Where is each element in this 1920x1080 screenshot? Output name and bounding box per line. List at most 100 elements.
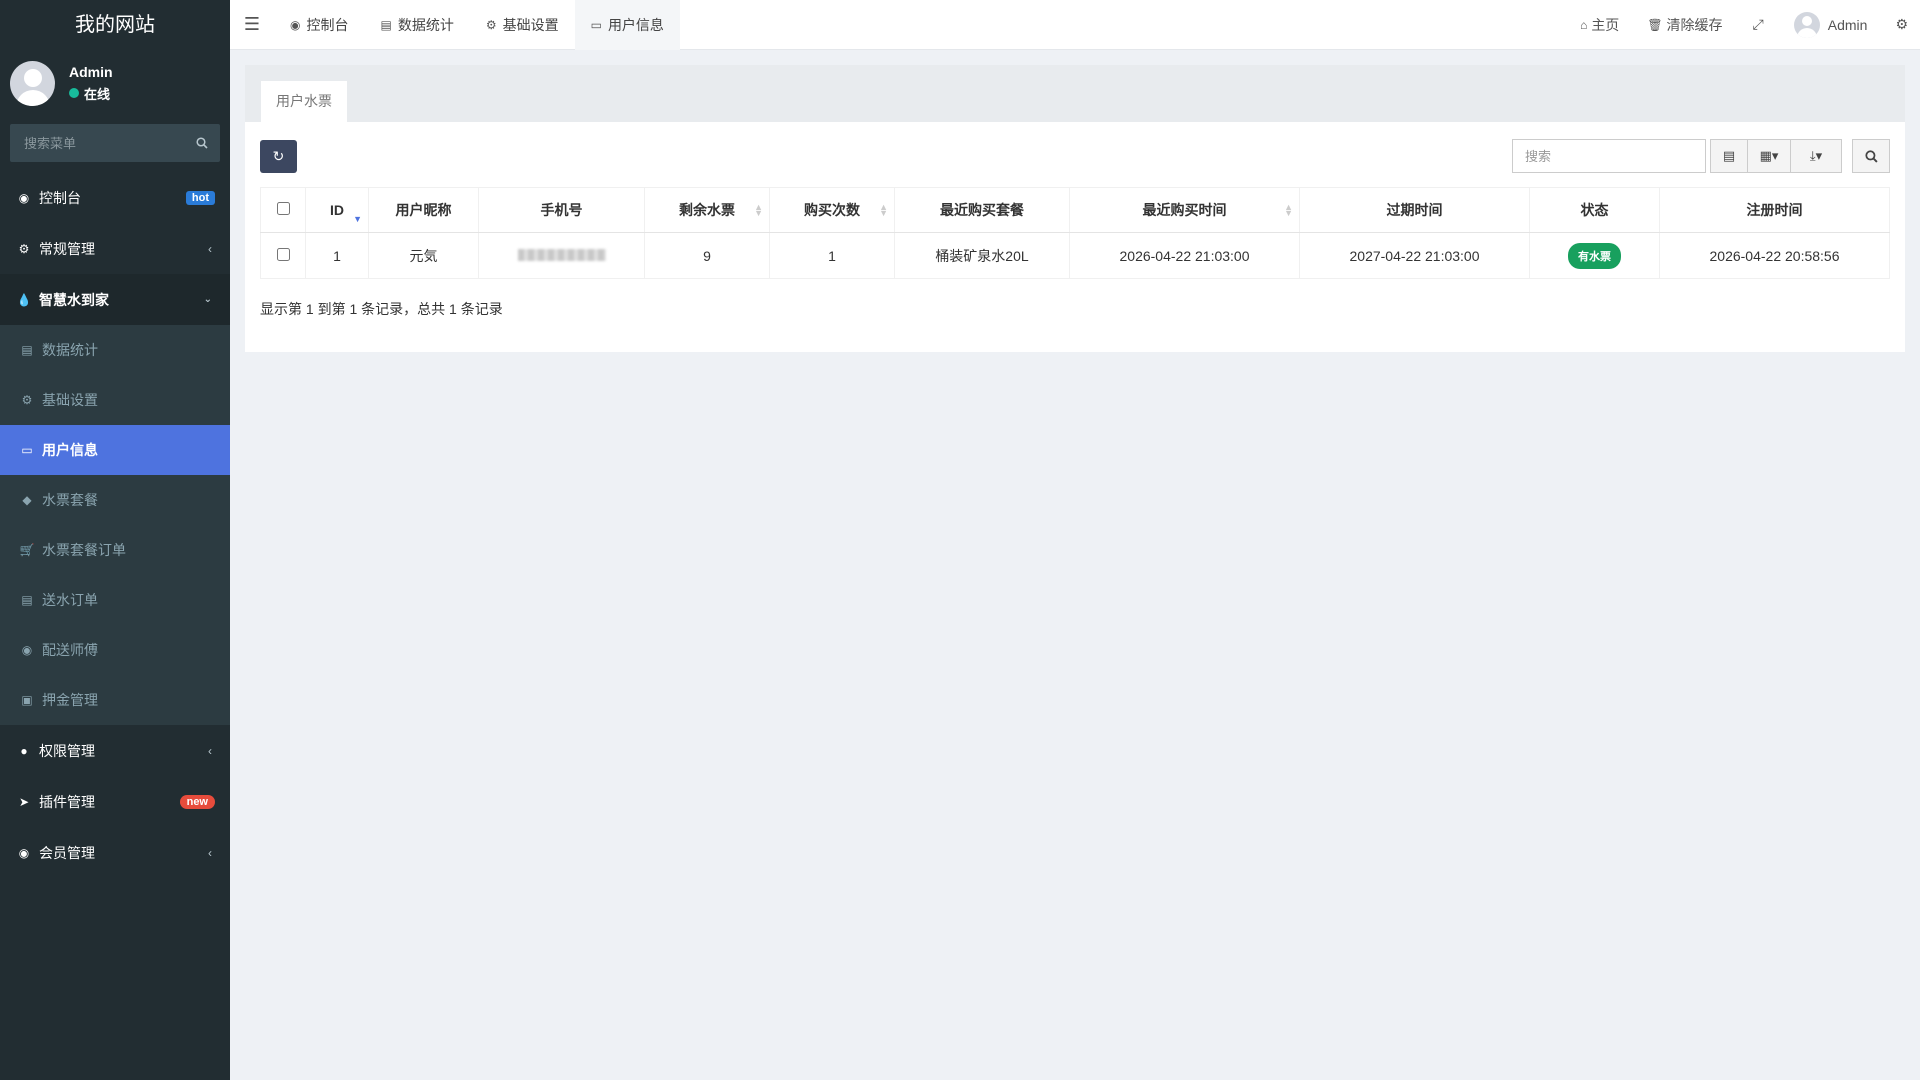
avatar (10, 60, 55, 106)
cell-id: 1 (305, 232, 369, 279)
col-remaining[interactable]: 剩余水票 ▲ ▼ (644, 187, 770, 233)
tab-user-info[interactable]: ▭ 用户信息 (574, 0, 680, 50)
status-label: 在线 (84, 86, 111, 102)
site-logo[interactable]: 我的网站 (0, 0, 230, 50)
sidebar-item-label: 用户信息 (42, 442, 98, 458)
sidebar-item-ticket-package[interactable]: ◆ 水票套餐 (0, 475, 230, 525)
sort-icon: ▲ ▼ (1284, 202, 1293, 218)
row-checkbox[interactable] (276, 247, 290, 261)
sidebar-item-water[interactable]: 💧 智慧水到家 ⌄ (0, 274, 230, 325)
tab-statistics[interactable]: ▤ 数据统计 (364, 0, 469, 50)
sidebar-item-general[interactable]: ⚙ 常规管理 ‹ (0, 223, 230, 274)
sidebar-item-settings[interactable]: ⚙ 基础设置 (0, 375, 230, 425)
top-header: ☰ ◉ 控制台 ▤ 数据统计 ⚙ 基础设置 ▭ 用户信息 ⌂ 主页 🗑 清除缓存… (230, 0, 1920, 50)
column-label: 手机号 (540, 202, 583, 218)
sidebar-item-user-info[interactable]: ▭ 用户信息 (0, 425, 230, 475)
dashboard-icon: ◉ (18, 190, 30, 205)
sidebar-item-label: 智慧水到家 (39, 291, 109, 308)
list-icon: ▤ (21, 593, 33, 607)
water-submenu: ▤ 数据统计 ⚙ 基础设置 ▭ 用户信息 ◆ 水票套餐 🛒 水票套餐订单 ▤ 送… (0, 325, 230, 725)
tint-icon: 💧 (16, 292, 32, 307)
gear-icon: ⚙ (21, 393, 33, 407)
export-button[interactable]: ⤓▾ (1790, 139, 1842, 173)
sidebar-search (10, 124, 220, 162)
advanced-search-button[interactable] (1852, 139, 1890, 173)
table-search-input[interactable] (1512, 139, 1706, 173)
cart-icon: 🛒 (19, 543, 35, 557)
ticket-icon: ◆ (22, 493, 32, 507)
user-name: Admin (69, 63, 113, 80)
top-nav-tabs: ◉ 控制台 ▤ 数据统计 ⚙ 基础设置 ▭ 用户信息 (274, 0, 680, 50)
col-registered: 注册时间 (1659, 187, 1890, 233)
table-row: 1 元気 9 1 桶装矿泉水20L 2026-04-22 21:03:00 20… (260, 232, 1890, 279)
sidebar-item-dashboard[interactable]: ◉ 控制台 hot (0, 172, 230, 223)
sidebar-item-label: 插件管理 (39, 793, 95, 810)
main-content: 用户水票 ↻ ▤ ▦▾ ⤓▾ (245, 65, 1905, 352)
search-icon[interactable] (196, 137, 208, 149)
money-icon: ▣ (21, 693, 33, 707)
sidebar-item-label: 控制台 (39, 189, 81, 206)
sidebar-item-label: 水票套餐 (42, 492, 98, 508)
sidebar-item-label: 常规管理 (39, 240, 95, 257)
sidebar-item-deposit[interactable]: ▣ 押金管理 (0, 675, 230, 725)
table-header-row: ID ▼ 用户昵称 手机号 剩余水票 ▲ ▼ 购买次数 ▲ ▼ 最近购买套餐 最近购买时间… (260, 187, 1890, 233)
refresh-icon: ↻ (272, 147, 285, 164)
sidebar-item-label: 会员管理 (39, 844, 95, 861)
admin-menu[interactable]: Admin (1780, 11, 1882, 38)
hot-badge: hot (185, 190, 215, 205)
menu-search-input[interactable] (24, 135, 184, 151)
clear-cache-button[interactable]: 🗑 清除缓存 (1633, 15, 1736, 35)
home-link[interactable]: ⌂ 主页 (1566, 15, 1633, 35)
dashboard-icon: ◉ (290, 17, 301, 32)
clear-cache-label: 清除缓存 (1666, 16, 1723, 33)
sidebar-toggle-icon[interactable]: ☰ (230, 0, 274, 50)
column-label: 剩余水票 (679, 202, 735, 218)
column-label: 购买次数 (804, 202, 860, 218)
col-purchases[interactable]: 购买次数 ▲ ▼ (769, 187, 895, 233)
select-all-checkbox[interactable] (276, 202, 290, 215)
toggle-view-button[interactable]: ▤ (1710, 139, 1748, 173)
columns-button[interactable]: ▦▾ (1747, 139, 1791, 173)
refresh-button[interactable]: ↻ (260, 139, 297, 173)
sidebar-item-plugins[interactable]: ➤ 插件管理 new (0, 776, 230, 827)
sidebar-item-label: 押金管理 (42, 692, 98, 708)
sidebar-item-members[interactable]: ◉ 会员管理 ‹ (0, 827, 230, 878)
sidebar-item-package-orders[interactable]: 🛒 水票套餐订单 (0, 525, 230, 575)
redacted-phone (517, 248, 606, 261)
home-label: 主页 (1591, 16, 1620, 33)
cell-registered: 2026-04-22 20:58:56 (1659, 232, 1890, 279)
tab-dashboard[interactable]: ◉ 控制台 (274, 0, 364, 50)
columns-icon: ▦▾ (1759, 148, 1779, 163)
cogs-icon[interactable]: ⚙ (1881, 16, 1920, 33)
user-circle-icon: ◉ (18, 845, 30, 860)
sort-icon: ▲ ▼ (754, 202, 763, 218)
sort-icon: ▲ ▼ (879, 202, 888, 218)
user-tickets-table: ID ▼ 用户昵称 手机号 剩余水票 ▲ ▼ 购买次数 ▲ ▼ 最近购买套餐 最近购买时间… (260, 187, 1890, 279)
cell-nickname: 元気 (368, 232, 479, 279)
column-label: 用户昵称 (395, 202, 452, 218)
column-label: ID (330, 202, 344, 218)
col-id[interactable]: ID ▼ (305, 187, 369, 233)
header-actions: ⌂ 主页 🗑 清除缓存 ⤢ Admin ⚙ (1566, 0, 1920, 50)
sidebar-item-delivery-orders[interactable]: ▤ 送水订单 (0, 575, 230, 625)
table-toolbar: ↻ ▤ ▦▾ ⤓▾ (260, 137, 1890, 175)
user-circle-icon: ◉ (21, 643, 33, 657)
sidebar-item-statistics[interactable]: ▤ 数据统计 (0, 325, 230, 375)
col-expire: 过期时间 (1299, 187, 1530, 233)
trash-icon: 🗑 (1647, 17, 1663, 32)
sidebar-item-label: 数据统计 (42, 342, 98, 358)
chevron-left-icon: ‹ (208, 241, 212, 256)
sidebar-item-couriers[interactable]: ◉ 配送师傅 (0, 625, 230, 675)
chevron-left-icon: ‹ (208, 743, 212, 758)
col-last-purchase[interactable]: 最近购买时间 ▲ ▼ (1069, 187, 1300, 233)
sort-desc-icon: ▼ (353, 214, 362, 224)
tab-label: 用户信息 (607, 16, 664, 33)
view-buttons: ▤ ▦▾ ⤓▾ (1710, 139, 1842, 173)
sidebar-item-label: 送水订单 (42, 592, 98, 608)
bar-chart-icon: ▤ (380, 17, 392, 32)
col-nickname: 用户昵称 (368, 187, 479, 233)
fullscreen-icon[interactable]: ⤢ (1737, 16, 1780, 33)
tab-settings[interactable]: ⚙ 基础设置 (470, 0, 575, 50)
tab-user-tickets[interactable]: 用户水票 (261, 81, 347, 122)
sidebar-item-permissions[interactable]: ● 权限管理 ‹ (0, 725, 230, 776)
